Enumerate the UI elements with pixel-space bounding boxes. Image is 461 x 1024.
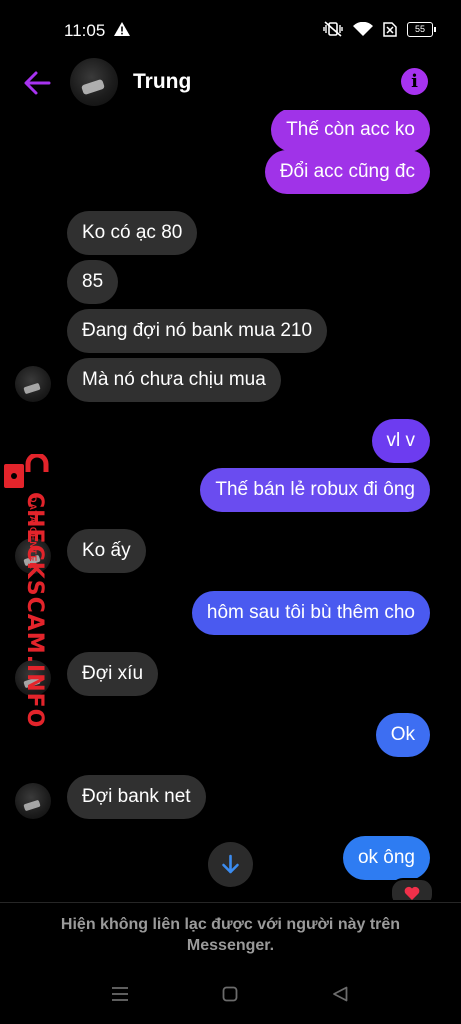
menu-icon[interactable] [111, 986, 129, 1002]
lock-icon [4, 454, 49, 488]
message-bubble-outgoing[interactable]: ok ông [342, 836, 430, 880]
message-bubble-incoming[interactable]: Ko ấy [67, 529, 146, 573]
sender-avatar[interactable] [15, 783, 51, 819]
message-bubble-incoming[interactable]: 85 [67, 260, 119, 304]
message-bubble-incoming[interactable]: Đợi bank net [67, 775, 206, 819]
status-bar: 11:05 55 [0, 0, 461, 56]
notice-line-1: Hiện không liên lạc được với người này t… [60, 916, 401, 933]
home-icon[interactable] [222, 986, 238, 1002]
message-bubble-incoming[interactable]: Ko có ạc 80 [67, 211, 198, 255]
message-bubble-outgoing[interactable]: Thế còn acc ko [271, 110, 430, 152]
conversation-header: Trung i [0, 56, 461, 110]
warning-icon [114, 22, 130, 36]
message-bubble-incoming[interactable]: Mà nó chưa chịu mua [67, 358, 281, 402]
watermark: CHECKSCAM.INFO DATA CENTER [0, 452, 60, 728]
watermark-tag: DATA CENTER [28, 496, 38, 570]
sender-avatar[interactable] [15, 366, 51, 402]
notice-line-2: Messenger. [186, 937, 275, 954]
unavailable-notice: Hiện không liên lạc được với người này t… [0, 902, 461, 964]
heart-reaction[interactable] [390, 878, 434, 900]
back-arrow-icon[interactable] [22, 68, 52, 98]
arrow-down-icon [222, 854, 239, 874]
battery-indicator: 55 [407, 21, 436, 37]
message-bubble-incoming[interactable]: Đang đợi nó bank mua 210 [67, 309, 328, 353]
message-bubble-outgoing[interactable]: vl v [371, 419, 430, 463]
message-bubble-outgoing[interactable]: Đổi acc cũng đc [264, 150, 430, 194]
message-bubble-outgoing[interactable]: Ok [375, 713, 430, 757]
contact-avatar[interactable] [70, 58, 118, 106]
message-bubble-incoming[interactable]: Đợi xíu [67, 652, 159, 696]
message-bubble-outgoing[interactable]: Thế bán lẻ robux đi ông [200, 468, 430, 512]
heart-icon [404, 886, 420, 900]
vibrate-mute-icon [323, 21, 343, 37]
no-sim-icon [383, 21, 397, 37]
back-icon[interactable] [332, 986, 348, 1002]
status-time: 11:05 [64, 21, 106, 40]
contact-name[interactable]: Trung [133, 70, 191, 94]
scroll-to-bottom-button[interactable] [208, 842, 253, 887]
system-navigation-bar [0, 964, 461, 1024]
message-list[interactable]: Thế còn acc ko Đổi acc cũng đc Ko có ạc … [0, 110, 461, 900]
wifi-icon [353, 21, 373, 36]
status-icons: 55 [323, 21, 436, 37]
message-bubble-outgoing[interactable]: hôm sau tôi bù thêm cho [191, 591, 430, 635]
info-icon[interactable]: i [401, 68, 428, 95]
